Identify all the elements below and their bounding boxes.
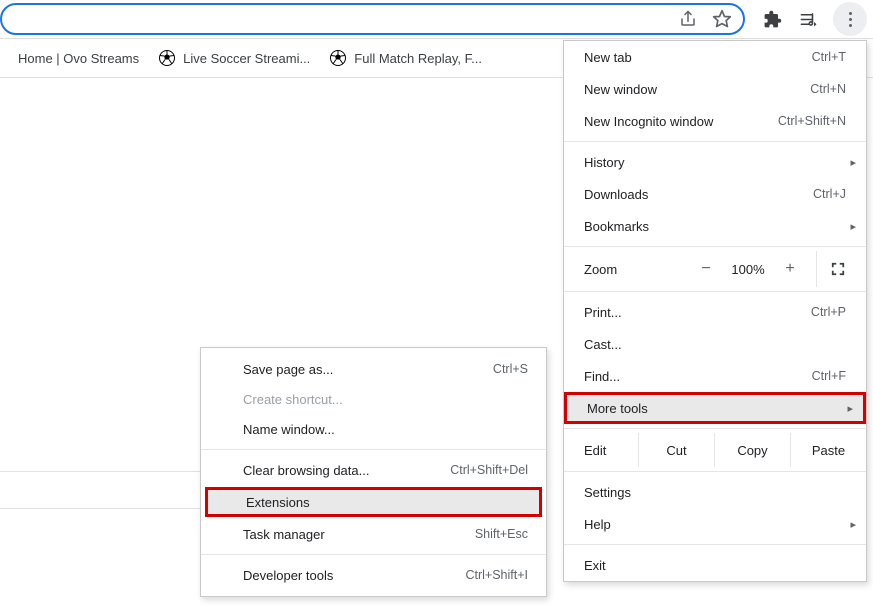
- bookmark-label: Home | Ovo Streams: [18, 51, 139, 66]
- menu-shortcut: Ctrl+J: [813, 187, 846, 201]
- submenu-shortcut: Shift+Esc: [475, 527, 528, 541]
- toolbar-actions: [753, 2, 867, 36]
- submenu-clear-browsing[interactable]: Clear browsing data... Ctrl+Shift+Del: [201, 455, 546, 485]
- submenu-extensions[interactable]: Extensions: [205, 487, 542, 517]
- menu-shortcut: Ctrl+N: [810, 82, 846, 96]
- menu-new-tab[interactable]: New tab Ctrl+T: [564, 41, 866, 73]
- submenu-shortcut: Ctrl+Shift+Del: [450, 463, 528, 477]
- zoom-out-button[interactable]: −: [690, 260, 722, 278]
- menu-label: Help: [584, 517, 611, 532]
- bookmark-item[interactable]: Home | Ovo Streams: [10, 47, 147, 70]
- menu-downloads[interactable]: Downloads Ctrl+J: [564, 178, 866, 210]
- submenu-label: Name window...: [243, 422, 335, 437]
- menu-more-tools[interactable]: More tools: [564, 392, 866, 424]
- submenu-separator: [201, 554, 546, 555]
- star-icon[interactable]: [711, 8, 733, 30]
- menu-separator: [564, 471, 866, 472]
- menu-label: Print...: [584, 305, 622, 320]
- soccer-icon: [330, 50, 346, 66]
- menu-help[interactable]: Help: [564, 508, 866, 540]
- menu-label: More tools: [587, 401, 648, 416]
- submenu-separator: [201, 449, 546, 450]
- menu-shortcut: Ctrl+Shift+N: [778, 114, 846, 128]
- zoom-percent: 100%: [724, 262, 772, 277]
- submenu-shortcut: Ctrl+Shift+I: [465, 568, 528, 582]
- menu-shortcut: Ctrl+T: [812, 50, 846, 64]
- bookmark-label: Live Soccer Streami...: [183, 51, 310, 66]
- submenu-label: Task manager: [243, 527, 325, 542]
- menu-history[interactable]: History: [564, 146, 866, 178]
- submenu-developer-tools[interactable]: Developer tools Ctrl+Shift+I: [201, 560, 546, 590]
- search-box-fragment[interactable]: [0, 471, 200, 509]
- omnibox[interactable]: [0, 3, 745, 35]
- bookmark-item[interactable]: Live Soccer Streami...: [151, 46, 318, 70]
- submenu-label: Extensions: [246, 495, 310, 510]
- copy-button[interactable]: Copy: [714, 433, 790, 467]
- submenu-shortcut: Ctrl+S: [493, 362, 528, 376]
- menu-label: Downloads: [584, 187, 648, 202]
- media-controls-icon[interactable]: [797, 8, 819, 30]
- menu-shortcut: Ctrl+F: [812, 369, 846, 383]
- menu-label: Settings: [584, 485, 631, 500]
- menu-shortcut: Ctrl+P: [811, 305, 846, 319]
- more-tools-submenu: Save page as... Ctrl+S Create shortcut..…: [200, 347, 547, 597]
- browser-toolbar: [0, 0, 873, 38]
- submenu-label: Clear browsing data...: [243, 463, 369, 478]
- bookmark-item[interactable]: Full Match Replay, F...: [322, 46, 490, 70]
- menu-label: New Incognito window: [584, 114, 713, 129]
- menu-new-incognito[interactable]: New Incognito window Ctrl+Shift+N: [564, 105, 866, 137]
- menu-label: Bookmarks: [584, 219, 649, 234]
- menu-print[interactable]: Print... Ctrl+P: [564, 296, 866, 328]
- submenu-task-manager[interactable]: Task manager Shift+Esc: [201, 519, 546, 549]
- edit-label: Edit: [564, 443, 638, 458]
- menu-new-window[interactable]: New window Ctrl+N: [564, 73, 866, 105]
- menu-bookmarks[interactable]: Bookmarks: [564, 210, 866, 242]
- cut-button[interactable]: Cut: [638, 433, 714, 467]
- submenu-create-shortcut: Create shortcut...: [201, 384, 546, 414]
- share-icon[interactable]: [677, 8, 699, 30]
- menu-label: History: [584, 155, 624, 170]
- menu-separator: [564, 428, 866, 429]
- menu-separator: [564, 291, 866, 292]
- chrome-main-menu: New tab Ctrl+T New window Ctrl+N New Inc…: [563, 40, 867, 582]
- submenu-label: Create shortcut...: [243, 392, 343, 407]
- menu-label: New window: [584, 82, 657, 97]
- submenu-save-page[interactable]: Save page as... Ctrl+S: [201, 354, 546, 384]
- menu-label: Exit: [584, 558, 606, 573]
- menu-settings[interactable]: Settings: [564, 476, 866, 508]
- menu-separator: [564, 246, 866, 247]
- menu-exit[interactable]: Exit: [564, 549, 866, 581]
- menu-cast[interactable]: Cast...: [564, 328, 866, 360]
- zoom-label: Zoom: [584, 262, 688, 277]
- bookmark-label: Full Match Replay, F...: [354, 51, 482, 66]
- menu-label: Find...: [584, 369, 620, 384]
- menu-edit-row: Edit Cut Copy Paste: [564, 433, 866, 467]
- menu-label: New tab: [584, 50, 632, 65]
- submenu-label: Developer tools: [243, 568, 333, 583]
- menu-label: Cast...: [584, 337, 622, 352]
- zoom-in-button[interactable]: +: [774, 260, 806, 278]
- puzzle-icon[interactable]: [761, 8, 783, 30]
- submenu-name-window[interactable]: Name window...: [201, 414, 546, 444]
- kebab-menu-icon[interactable]: [833, 2, 867, 36]
- fullscreen-button[interactable]: [816, 251, 858, 287]
- menu-zoom: Zoom − 100% +: [564, 251, 866, 287]
- soccer-icon: [159, 50, 175, 66]
- submenu-label: Save page as...: [243, 362, 333, 377]
- paste-button[interactable]: Paste: [790, 433, 866, 467]
- menu-find[interactable]: Find... Ctrl+F: [564, 360, 866, 392]
- menu-separator: [564, 544, 866, 545]
- menu-separator: [564, 141, 866, 142]
